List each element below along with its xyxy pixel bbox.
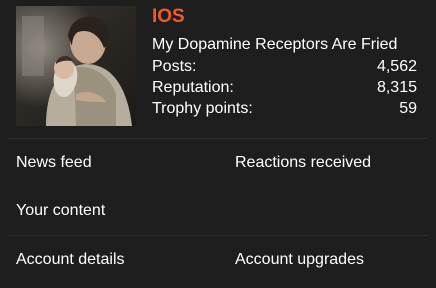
menu-row: News feed Reactions received bbox=[0, 139, 436, 187]
stat-label: Posts: bbox=[152, 58, 197, 75]
news-feed-link[interactable]: News feed bbox=[16, 139, 92, 187]
username-link[interactable]: IOS bbox=[152, 6, 417, 28]
account-upgrades-link[interactable]: Account upgrades bbox=[235, 236, 364, 284]
stat-value: 4,562 bbox=[376, 58, 417, 75]
your-content-link[interactable]: Your content bbox=[16, 187, 105, 235]
avatar[interactable] bbox=[16, 6, 136, 126]
profile-header: IOS My Dopamine Receptors Are Fried Post… bbox=[0, 0, 436, 138]
reactions-received-link[interactable]: Reactions received bbox=[235, 139, 371, 187]
stat-row-reputation: Reputation: 8,315 bbox=[152, 78, 417, 99]
menu-row: Account details Account upgrades bbox=[0, 236, 436, 284]
menu-row: Your content bbox=[0, 187, 436, 235]
account-details-link[interactable]: Account details bbox=[16, 236, 125, 284]
stat-label: Reputation: bbox=[152, 79, 234, 96]
stat-value: 59 bbox=[399, 100, 417, 117]
stat-value: 8,315 bbox=[376, 79, 417, 96]
profile-info: IOS My Dopamine Receptors Are Fried Post… bbox=[152, 6, 417, 120]
stat-label: Trophy points: bbox=[152, 100, 253, 117]
stat-row-posts[interactable]: Posts: 4,562 bbox=[152, 57, 417, 78]
user-title: My Dopamine Receptors Are Fried bbox=[152, 36, 398, 53]
stat-row-trophy-points[interactable]: Trophy points: 59 bbox=[152, 99, 417, 120]
avatar-photo bbox=[16, 6, 136, 126]
